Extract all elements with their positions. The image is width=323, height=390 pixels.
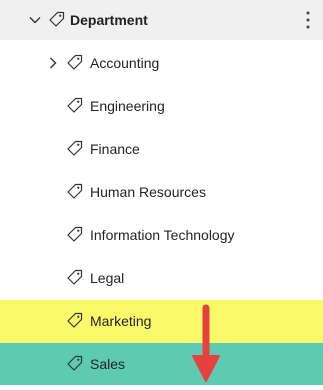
tree-item-sales[interactable]: Sales bbox=[0, 343, 323, 385]
tree-header-title: Department bbox=[70, 12, 148, 28]
tree-item-label: Accounting bbox=[90, 55, 160, 71]
tree-item-information-technology[interactable]: Information Technology bbox=[0, 214, 323, 257]
tree-item-legal[interactable]: Legal bbox=[0, 257, 323, 300]
term-tree: Department Accounting Engineering Financ… bbox=[0, 0, 323, 385]
tree-item-label: Information Technology bbox=[90, 227, 235, 243]
tag-icon bbox=[48, 11, 65, 28]
tag-icon bbox=[66, 140, 83, 157]
tree-item-marketing[interactable]: Marketing bbox=[0, 300, 323, 343]
tree-item-label: Marketing bbox=[90, 313, 152, 329]
tag-icon bbox=[66, 54, 83, 71]
tree-header-department[interactable]: Department bbox=[0, 0, 323, 40]
tag-icon bbox=[66, 312, 83, 329]
tree-item-accounting[interactable]: Accounting bbox=[0, 42, 323, 85]
tree-item-finance[interactable]: Finance bbox=[0, 128, 323, 171]
more-options-icon[interactable] bbox=[301, 8, 315, 32]
tag-icon bbox=[66, 269, 83, 286]
tree-item-label: Sales bbox=[90, 356, 126, 372]
tag-icon bbox=[66, 355, 83, 372]
chevron-down-icon[interactable] bbox=[28, 13, 42, 27]
chevron-right-icon[interactable] bbox=[46, 56, 60, 70]
tree-item-label: Finance bbox=[90, 141, 140, 157]
tag-icon bbox=[66, 226, 83, 243]
tree-item-label: Engineering bbox=[90, 98, 165, 114]
tree-item-label: Human Resources bbox=[90, 184, 206, 200]
tag-icon bbox=[66, 97, 83, 114]
tree-item-human-resources[interactable]: Human Resources bbox=[0, 171, 323, 214]
tag-icon bbox=[66, 183, 83, 200]
tree-item-label: Legal bbox=[90, 270, 125, 286]
tree-item-engineering[interactable]: Engineering bbox=[0, 85, 323, 128]
